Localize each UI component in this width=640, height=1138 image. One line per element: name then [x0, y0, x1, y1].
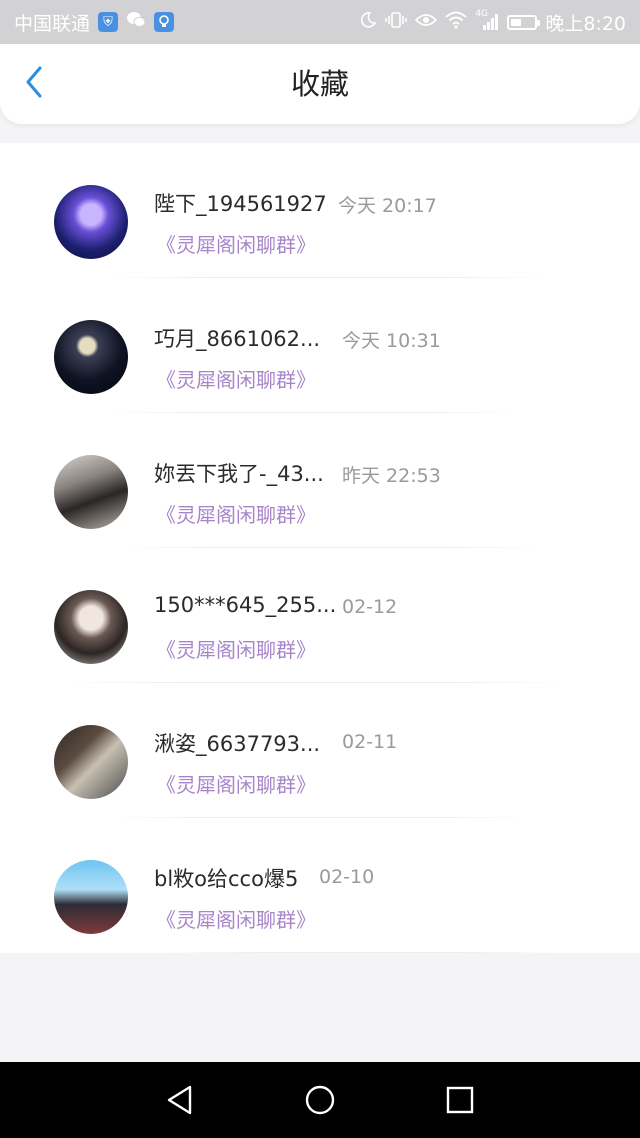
group-name: 《灵犀阁闲聊群》 [156, 503, 316, 527]
favorite-time: 02-12 [342, 596, 398, 618]
carrier-name: 中国联通 [14, 12, 91, 35]
sender-name: 陛下_194561927 [154, 192, 327, 216]
battery-fill [511, 18, 522, 26]
favorite-item[interactable]: 妳丟下我了-_43... 昨天 22:53 《灵犀阁闲聊群》 [0, 413, 640, 548]
avatar[interactable] [54, 860, 128, 934]
recents-square-icon [446, 1086, 474, 1114]
favorite-item[interactable]: 150***645_255... 02-12 《灵犀阁闲聊群》 [0, 548, 640, 683]
favorite-item[interactable]: 巧月_8661062... 今天 10:31 《灵犀阁闲聊群》 [0, 278, 640, 413]
avatar[interactable] [54, 320, 128, 394]
favorite-time: 02-11 [342, 731, 398, 753]
sender-name: 巧月_8661062... [154, 327, 321, 351]
avatar[interactable] [54, 455, 128, 529]
favorite-time: 今天 10:31 [342, 330, 441, 352]
favorite-time: 昨天 22:53 [342, 465, 441, 487]
avatar[interactable] [54, 185, 128, 259]
signal-icon: 4G [475, 9, 499, 31]
avatar[interactable] [54, 725, 128, 799]
wechat-icon [126, 11, 146, 34]
avatar[interactable] [54, 590, 128, 664]
group-name: 《灵犀阁闲聊群》 [156, 773, 316, 797]
moon-icon [359, 11, 377, 34]
status-right: 4G 晚上8:20 [359, 9, 626, 36]
status-left: 中国联通 ⛨ [14, 9, 175, 36]
row-divider [160, 952, 560, 953]
home-circle-icon [305, 1085, 335, 1115]
vibrate-icon [385, 11, 408, 34]
back-triangle-icon [167, 1085, 192, 1115]
favorite-item[interactable]: 湫姿_6637793... 02-11 《灵犀阁闲聊群》 [0, 683, 640, 818]
nav-recents-button[interactable] [440, 1080, 480, 1120]
group-name: 《灵犀阁闲聊群》 [156, 233, 316, 257]
group-name: 《灵犀阁闲聊群》 [156, 638, 316, 662]
nav-back-button[interactable] [160, 1080, 200, 1120]
battery-icon [507, 14, 541, 30]
sender-name: 湫姿_6637793... [154, 732, 321, 756]
system-nav-bar [0, 1062, 640, 1138]
nav-home-button[interactable] [300, 1080, 340, 1120]
favorites-list: 陛下_194561927 今天 20:17 《灵犀阁闲聊群》 巧月_8661062..… [0, 143, 640, 953]
clock: 晚上8:20 [545, 12, 626, 35]
sender-name: bl敉o给cco爆5 [154, 867, 299, 891]
app-header: 收藏 [0, 44, 640, 124]
sender-name: 妳丟下我了-_43... [154, 462, 324, 486]
group-name: 《灵犀阁闲聊群》 [156, 908, 316, 932]
favorite-item[interactable]: 陛下_194561927 今天 20:17 《灵犀阁闲聊群》 [0, 143, 640, 278]
favorite-item[interactable]: bl敉o给cco爆5 02-10 《灵犀阁闲聊群》 [0, 818, 640, 953]
wifi-icon [445, 11, 467, 34]
eye-icon [415, 11, 438, 33]
favorite-time: 今天 20:17 [338, 195, 437, 217]
network-type-label: 4G [475, 9, 489, 19]
page-title: 收藏 [290, 67, 349, 101]
favorite-time: 02-10 [319, 866, 375, 888]
sender-name: 150***645_255... [154, 593, 337, 617]
bulb-app-icon [154, 12, 175, 32]
group-name: 《灵犀阁闲聊群》 [156, 368, 316, 392]
shield-app-icon: ⛨ [98, 12, 119, 32]
